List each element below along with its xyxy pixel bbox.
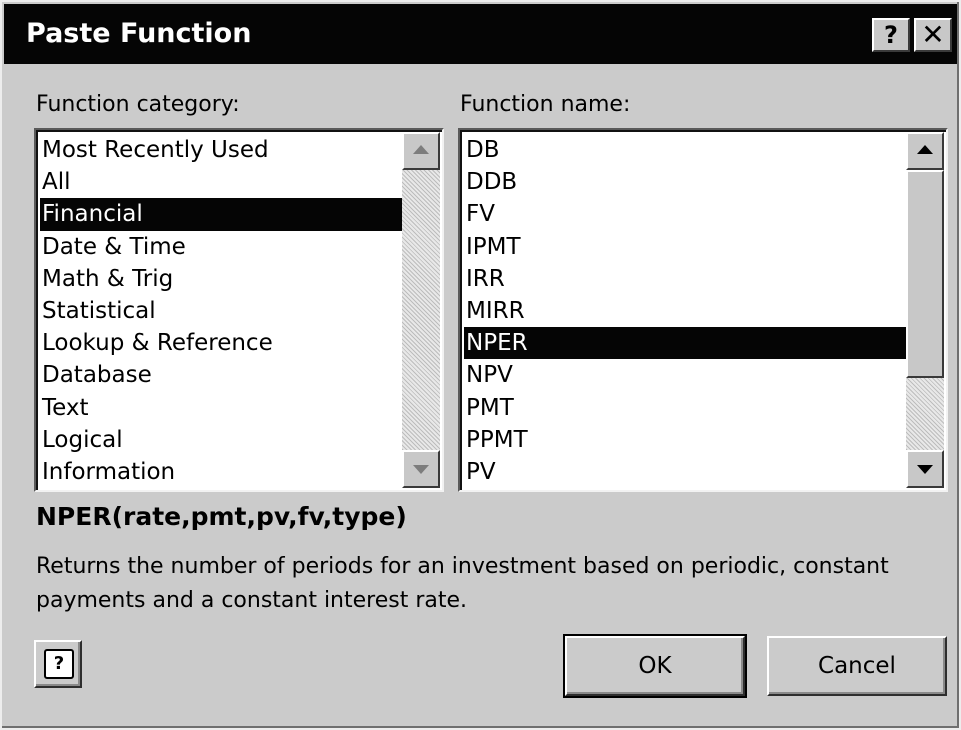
category-list-item[interactable]: Lookup & Reference bbox=[40, 327, 406, 359]
ok-button[interactable]: OK bbox=[563, 634, 747, 698]
function-syntax: NPER(rate,pmt,pv,fv,type) bbox=[36, 502, 407, 531]
function-scrollbar[interactable] bbox=[906, 132, 944, 488]
question-mark-icon: ? bbox=[884, 21, 898, 49]
category-scrollbar[interactable] bbox=[402, 132, 440, 488]
category-list-item[interactable]: Information bbox=[40, 456, 406, 488]
office-assistant-help-icon: ? bbox=[44, 649, 74, 679]
category-list-item[interactable]: Text bbox=[40, 392, 406, 424]
function-list-item[interactable]: DDB bbox=[464, 166, 908, 198]
function-scroll-thumb[interactable] bbox=[906, 170, 944, 378]
function-list-item[interactable]: MIRR bbox=[464, 295, 908, 327]
function-list-item[interactable]: DB bbox=[464, 134, 908, 166]
category-list-item[interactable]: All bbox=[40, 166, 406, 198]
function-list-item[interactable]: IPMT bbox=[464, 231, 908, 263]
function-scroll-down-button[interactable] bbox=[906, 450, 944, 488]
close-icon: ✕ bbox=[921, 18, 945, 51]
cancel-button[interactable]: Cancel bbox=[767, 636, 947, 696]
function-list-item[interactable]: IRR bbox=[464, 263, 908, 295]
arrow-down-icon bbox=[413, 465, 429, 474]
help-button[interactable]: ? bbox=[872, 18, 910, 52]
function-list-item[interactable]: PV bbox=[464, 456, 908, 488]
category-list-item[interactable]: Statistical bbox=[40, 295, 406, 327]
office-assistant-button[interactable]: ? bbox=[34, 640, 82, 688]
category-scroll-down-button[interactable] bbox=[402, 450, 440, 488]
function-list-item[interactable]: NPER bbox=[464, 327, 908, 360]
category-list-item[interactable]: Database bbox=[40, 359, 406, 391]
paste-function-dialog: Paste Function ? ✕ Function category: Mo… bbox=[0, 0, 961, 730]
category-list-item[interactable]: Logical bbox=[40, 424, 406, 456]
category-list-item[interactable]: Math & Trig bbox=[40, 263, 406, 295]
function-category-list[interactable]: Most Recently Used All Financial Date & Tim… bbox=[34, 128, 444, 492]
category-scroll-up-button[interactable] bbox=[402, 132, 440, 170]
function-list-item[interactable]: PMT bbox=[464, 392, 908, 424]
arrow-up-icon bbox=[413, 145, 429, 154]
window-title: Paste Function bbox=[26, 18, 252, 49]
function-category-label: Function category: bbox=[36, 92, 240, 117]
function-list-item[interactable]: FV bbox=[464, 198, 908, 230]
function-list-item[interactable]: NPV bbox=[464, 359, 908, 391]
title-bar[interactable]: Paste Function ? ✕ bbox=[4, 4, 957, 64]
close-button[interactable]: ✕ bbox=[914, 18, 952, 52]
category-list-item[interactable]: Financial bbox=[40, 198, 406, 231]
category-list-item[interactable]: Date & Time bbox=[40, 231, 406, 263]
function-name-list[interactable]: DB DDB FV IPMT IRR MIRR NPER NPV PMT PPMT PV bbox=[458, 128, 948, 492]
function-list-item[interactable]: PPMT bbox=[464, 424, 908, 456]
arrow-down-icon bbox=[917, 465, 933, 474]
arrow-up-icon bbox=[917, 145, 933, 154]
function-scroll-up-button[interactable] bbox=[906, 132, 944, 170]
function-description: Returns the number of periods for an inv… bbox=[36, 554, 889, 613]
category-list-item[interactable]: Most Recently Used bbox=[40, 134, 406, 166]
function-name-label: Function name: bbox=[460, 92, 631, 117]
